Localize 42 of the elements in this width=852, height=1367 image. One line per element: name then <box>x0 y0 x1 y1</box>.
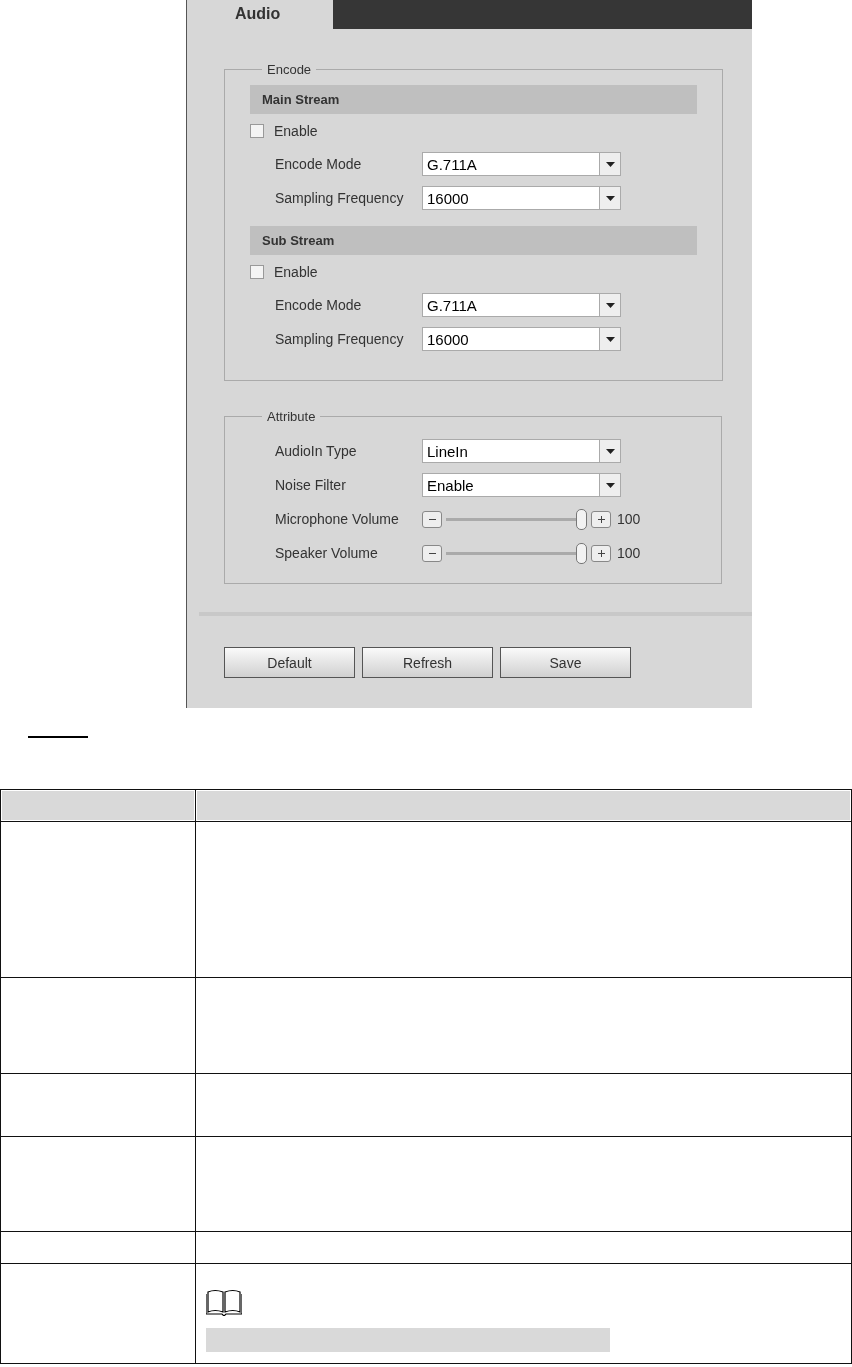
action-button[interactable]: Default <box>224 647 355 678</box>
enable-checkbox[interactable] <box>250 265 264 279</box>
checkbox-label: Enable <box>274 264 318 280</box>
field-label: Encode Mode <box>275 297 363 313</box>
volume-reading: 100 <box>617 545 641 561</box>
section-header: Sub Stream <box>250 226 697 255</box>
volume-reading: 100 <box>617 511 641 527</box>
dropdown[interactable]: G.711A <box>422 293 621 317</box>
field-label: Speaker Volume <box>275 545 379 561</box>
action-button[interactable]: Refresh <box>362 647 493 678</box>
field-label: Encode Mode <box>275 156 363 172</box>
minus-button[interactable] <box>422 510 442 528</box>
dropdown[interactable]: 16000 <box>422 186 621 210</box>
caret-icon <box>605 161 615 167</box>
dropdown[interactable]: 16000 <box>422 327 621 351</box>
field-label: AudioIn Type <box>275 443 358 459</box>
field-label: Microphone Volume <box>275 511 400 527</box>
plus-icon <box>596 548 606 558</box>
caret-icon <box>605 195 615 201</box>
action-button[interactable]: Save <box>500 647 631 678</box>
minus-button[interactable] <box>422 544 442 562</box>
caret-icon <box>605 302 615 308</box>
plus-button[interactable] <box>591 544 611 562</box>
field-label: Sampling Frequency <box>275 331 405 347</box>
enable-checkbox[interactable] <box>250 124 264 138</box>
checkbox-label: Enable <box>274 123 318 139</box>
plus-button[interactable] <box>591 510 611 528</box>
book-icon <box>206 1288 242 1316</box>
group-legend: Encode <box>262 62 317 77</box>
field-label: Noise Filter <box>275 477 347 493</box>
plus-icon <box>596 514 606 524</box>
section-header: Main Stream <box>250 85 697 114</box>
caret-icon <box>605 482 615 488</box>
dropdown[interactable]: G.711A <box>422 152 621 176</box>
caret-icon <box>605 336 615 342</box>
dropdown[interactable]: LineIn <box>422 439 621 463</box>
slider-thumb[interactable] <box>576 542 587 564</box>
caret-icon <box>605 448 615 454</box>
dropdown[interactable]: Enable <box>422 473 621 497</box>
field-label: Sampling Frequency <box>275 190 405 206</box>
group-legend: Attribute <box>262 409 321 424</box>
slider-thumb[interactable] <box>576 508 587 530</box>
